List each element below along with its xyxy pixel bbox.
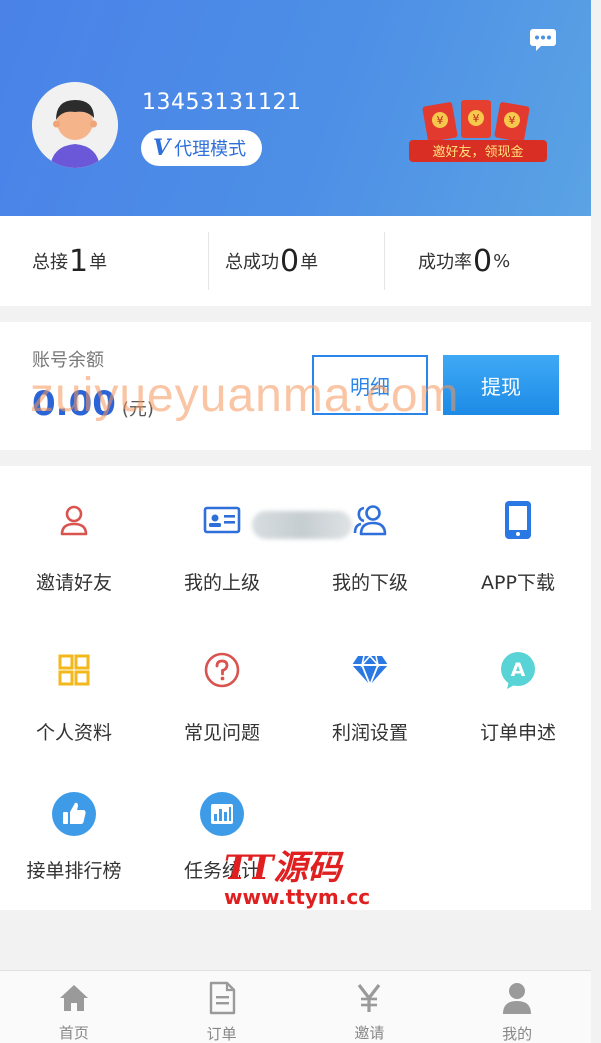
thumbs-up-icon	[50, 790, 98, 838]
tab-invite[interactable]: 邀请	[296, 971, 444, 1043]
profile-header: 13453131121 V 代理模式 ¥ ¥ ¥ 邀好友，领现金	[0, 0, 591, 216]
stat-value: 0	[280, 243, 300, 279]
menu-label: 邀请好友	[35, 572, 112, 594]
svg-text:A: A	[511, 659, 526, 681]
question-icon	[198, 646, 246, 694]
divider	[384, 232, 385, 290]
phone-icon	[494, 496, 542, 544]
tab-label: 订单	[206, 1025, 237, 1043]
stat-suffix: 单	[300, 252, 319, 273]
balance-value: 0.00	[32, 384, 116, 424]
menu-label: APP下载	[481, 572, 555, 594]
diamond-icon	[346, 646, 394, 694]
detail-button[interactable]: 明细	[312, 355, 428, 415]
menu-personal-info[interactable]: 个人资料	[0, 616, 148, 756]
withdraw-button[interactable]: 提现	[443, 355, 559, 415]
stat-prefix: 总成功	[225, 252, 279, 273]
stat-success-rate: 成功率 0 %	[398, 216, 591, 306]
svg-text:¥: ¥	[473, 112, 480, 125]
svg-text:¥: ¥	[509, 114, 516, 127]
blurred-overlay	[252, 511, 352, 539]
stat-suffix: %	[493, 250, 511, 272]
menu-label: 我的下级	[331, 572, 408, 594]
menu-label: 订单申述	[479, 722, 556, 744]
stat-suffix: 单	[89, 252, 108, 273]
bottom-tab-bar: 首页 订单 邀请 我的	[0, 970, 591, 1043]
users-icon	[346, 496, 394, 544]
tab-label: 邀请	[354, 1024, 385, 1042]
menu-invite-friends[interactable]: 邀请好友	[0, 466, 148, 606]
stat-prefix: 总接	[32, 252, 68, 273]
home-icon	[57, 981, 91, 1014]
menu-task-stats[interactable]: 任务统计	[148, 766, 296, 906]
menu-label: 接单排行榜	[26, 860, 122, 882]
agent-mode-badge[interactable]: V 代理模式	[141, 130, 263, 166]
red-envelope-promo[interactable]: ¥ ¥ ¥ 邀好友，领现金	[403, 100, 553, 172]
stat-total-orders: 总接 1 单	[0, 216, 205, 306]
person-icon	[500, 981, 534, 1015]
phone-number: 13453131121	[142, 90, 302, 115]
svg-text:¥: ¥	[437, 114, 444, 127]
v-mark-icon: V	[153, 135, 171, 161]
stat-value: 1	[69, 243, 89, 279]
menu-label: 任务统计	[183, 860, 260, 882]
tab-home[interactable]: 首页	[0, 971, 148, 1043]
account-balance-card: 账号余额 0.00 (元) 明细 提现	[0, 322, 591, 450]
tab-orders[interactable]: 订单	[148, 971, 296, 1043]
menu-order-appeal[interactable]: A 订单申述	[444, 616, 592, 756]
yen-icon	[352, 981, 386, 1014]
tab-mine[interactable]: 我的	[443, 971, 591, 1043]
user-icon	[50, 496, 98, 544]
stat-prefix: 成功率	[418, 252, 472, 273]
stat-value: 0	[473, 243, 493, 279]
document-icon	[205, 981, 239, 1015]
promo-text: 邀好友，领现金	[432, 144, 523, 160]
menu-label: 个人资料	[35, 722, 112, 744]
balance-unit: (元)	[121, 399, 154, 420]
menu-order-ranking[interactable]: 接单排行榜	[0, 766, 148, 906]
message-icon[interactable]	[529, 28, 557, 52]
id-card-icon	[198, 496, 246, 544]
menu-label: 利润设置	[331, 722, 408, 744]
avatar-illustration	[32, 82, 118, 168]
grid-icon	[50, 646, 98, 694]
menu-label: 我的上级	[183, 572, 260, 594]
appeal-icon: A	[494, 646, 542, 694]
order-stats: 总接 1 单 总成功 0 单 成功率 0 %	[0, 216, 591, 306]
tab-label: 首页	[58, 1024, 89, 1042]
tab-label: 我的	[502, 1025, 533, 1043]
agent-mode-label: 代理模式	[174, 139, 247, 160]
chart-icon	[198, 790, 246, 838]
menu-profit-settings[interactable]: 利润设置	[296, 616, 444, 756]
balance-amount: 0.00 (元)	[32, 384, 154, 424]
stat-total-success: 总成功 0 单	[205, 216, 398, 306]
menu-label: 常见问题	[183, 722, 260, 744]
menu-app-download[interactable]: APP下载	[444, 466, 592, 606]
menu-faq[interactable]: 常见问题	[148, 616, 296, 756]
avatar[interactable]	[32, 82, 118, 168]
divider	[208, 232, 209, 290]
balance-label: 账号余额	[32, 350, 104, 371]
